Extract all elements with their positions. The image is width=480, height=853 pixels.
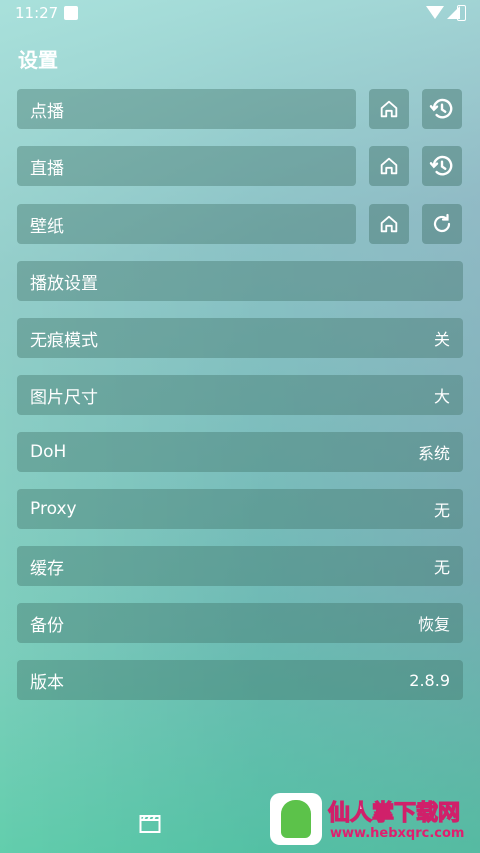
vod-home-button[interactable] (369, 89, 409, 129)
setting-playback[interactable]: 播放设置 (17, 261, 463, 301)
home-icon (380, 100, 398, 118)
wallpaper-refresh-button[interactable] (422, 204, 462, 244)
setting-value: 无 (433, 501, 450, 520)
home-icon (380, 215, 398, 233)
cactus-logo-icon (270, 793, 322, 845)
live-home-button[interactable] (369, 146, 409, 186)
history-icon (429, 155, 453, 176)
setting-wallpaper[interactable]: 壁纸 (17, 204, 356, 244)
setting-incognito[interactable]: 无痕模式 关 (17, 318, 463, 358)
setting-vod[interactable]: 点播 (17, 89, 356, 129)
watermark-url: www.hebxqrc.com (330, 826, 465, 841)
setting-label: 图片尺寸 (30, 387, 98, 408)
status-bar: 11:27 (0, 0, 480, 28)
setting-label: 点播 (30, 101, 64, 122)
wifi-icon (426, 6, 444, 19)
setting-doh[interactable]: DoH 系统 (17, 432, 463, 472)
notification-icon (64, 6, 78, 20)
setting-value: 无 (433, 558, 450, 577)
setting-label: 备份 (30, 615, 64, 636)
setting-live[interactable]: 直播 (17, 146, 356, 186)
setting-value: 大 (433, 387, 450, 406)
setting-value: 恢复 (417, 615, 450, 634)
vod-history-button[interactable] (422, 89, 462, 129)
watermark: 仙人掌下载网 www.hebxqrc.com (270, 793, 476, 849)
setting-value: 关 (433, 330, 450, 349)
history-icon (429, 98, 453, 119)
clapperboard-icon (139, 815, 161, 833)
refresh-icon (433, 213, 451, 233)
page-title: 设置 (18, 48, 58, 72)
setting-label: 播放设置 (30, 273, 98, 294)
setting-label: DoH (30, 442, 67, 462)
setting-value: 2.8.9 (409, 670, 450, 690)
wallpaper-home-button[interactable] (369, 204, 409, 244)
home-icon (380, 157, 398, 175)
setting-label: 无痕模式 (30, 330, 98, 351)
setting-label: 缓存 (30, 558, 64, 579)
setting-label: 版本 (30, 672, 64, 693)
watermark-text: 仙人掌下载网 (327, 800, 461, 826)
setting-cache[interactable]: 缓存 无 (17, 546, 463, 586)
setting-label: 壁纸 (30, 216, 64, 237)
setting-value: 系统 (417, 444, 450, 463)
setting-label: Proxy (30, 499, 77, 519)
live-history-button[interactable] (422, 146, 462, 186)
setting-version[interactable]: 版本 2.8.9 (17, 660, 463, 700)
setting-label: 直播 (30, 158, 64, 179)
battery-icon (457, 5, 466, 21)
setting-proxy[interactable]: Proxy 无 (17, 489, 463, 529)
bottom-nav-button[interactable] (139, 814, 161, 838)
status-time: 11:27 (15, 4, 59, 22)
setting-image-size[interactable]: 图片尺寸 大 (17, 375, 463, 415)
setting-backup[interactable]: 备份 恢复 (17, 603, 463, 643)
